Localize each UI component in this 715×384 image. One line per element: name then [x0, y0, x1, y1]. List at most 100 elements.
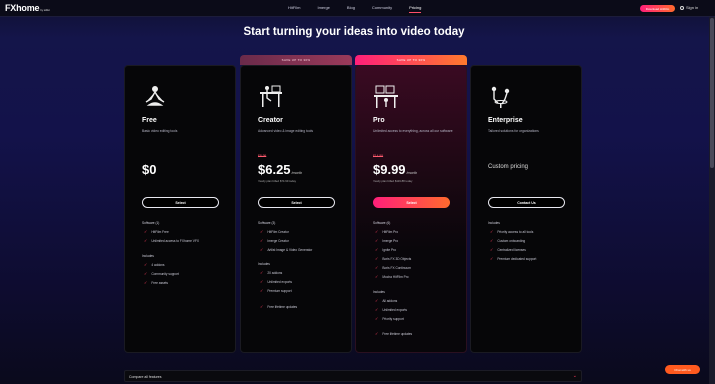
- plan-description: Advanced video & image editing tools: [258, 129, 313, 133]
- main-nav: HitFilm Imerge Blog Community Pricing: [288, 5, 438, 13]
- includes-title: Includes: [142, 254, 154, 258]
- compare-features-toggle[interactable]: Compare all features ⌄: [124, 370, 582, 382]
- chat-button[interactable]: Chat with us: [665, 365, 700, 374]
- list-item: ✓ Community support: [144, 271, 179, 276]
- plan-description: Basic video editing tools: [142, 129, 178, 133]
- desk-worker-icon: [260, 85, 282, 107]
- chevron-down-icon: ⌄: [572, 373, 577, 379]
- list-item: ✓ Unlimited exports: [375, 307, 407, 312]
- studio-desk-icon: [374, 85, 398, 108]
- nav-pricing[interactable]: Pricing: [409, 5, 422, 13]
- check-icon: ✓: [375, 331, 379, 336]
- sign-in-label: Sign in: [686, 5, 699, 10]
- list-item: ✓ Free lifetime updates: [260, 304, 298, 309]
- list-item: ✓ HitFilm Pro: [375, 229, 399, 234]
- check-icon: ✓: [375, 256, 379, 261]
- includes-title: Includes: [373, 290, 385, 294]
- software-title: Software (3): [258, 221, 276, 225]
- check-icon: ✓: [375, 247, 379, 252]
- check-icon: ✓: [375, 274, 379, 279]
- check-icon: ✓: [490, 256, 494, 261]
- plan-card-pro: Pro Unlimited access to everything, acro…: [355, 65, 467, 353]
- check-icon: ✓: [260, 238, 264, 243]
- nav-hitfilm[interactable]: HitFilm: [288, 5, 300, 13]
- list-item: ✓ Artlist Image & Video Generator: [260, 247, 313, 252]
- select-creator-button[interactable]: Select: [258, 197, 335, 208]
- check-icon: ✓: [490, 229, 494, 234]
- plan-name: Enterprise: [488, 117, 523, 124]
- list-item: ✓ All addons: [375, 298, 398, 303]
- list-item: ✓ Free assets: [144, 280, 169, 285]
- includes-title: Includes: [488, 221, 500, 225]
- list-item: ✓ Mocha HitFilm Pro: [375, 274, 409, 279]
- check-icon: ✓: [375, 316, 379, 321]
- plan-price: $0: [142, 162, 157, 177]
- plan-name: Creator: [258, 117, 283, 124]
- list-item: ✓ Custom onboarding: [490, 238, 526, 243]
- nav-community[interactable]: Community: [372, 5, 392, 13]
- list-item: ✓ Ignite Pro: [375, 247, 397, 252]
- billing-note: Yearly plan billed $119.88 today: [373, 179, 413, 183]
- check-icon: ✓: [144, 238, 148, 243]
- list-item: ✓ 20 addons: [260, 270, 283, 275]
- billing-note: Yearly plan billed $74.99 today: [258, 179, 296, 183]
- check-icon: ✓: [490, 247, 494, 252]
- list-item: ✓ Imerge Pro: [375, 238, 399, 243]
- check-icon: ✓: [260, 279, 264, 284]
- scrollbar-thumb[interactable]: [710, 18, 714, 168]
- top-navigation: FXhomeby artlist HitFilm Imerge Blog Com…: [0, 0, 715, 17]
- nav-blog[interactable]: Blog: [347, 5, 355, 13]
- check-icon: ✓: [144, 280, 148, 285]
- check-icon: ✓: [144, 262, 148, 267]
- list-item: ✓ Centralized licenses: [490, 247, 526, 252]
- logo-text: FXhome: [5, 3, 40, 13]
- sign-in-link[interactable]: Sign in: [680, 5, 698, 10]
- page-headline: Start turning your ideas into video toda…: [243, 26, 465, 38]
- includes-title: Includes: [258, 262, 270, 266]
- list-item: ✓ Free lifetime updates: [375, 331, 413, 336]
- pro-save-badge: SAVE UP TO 30%: [355, 55, 467, 65]
- software-title: Software (1): [142, 221, 160, 225]
- list-item: ✓ Premium support: [260, 288, 292, 293]
- plan-card-enterprise: Enterprise Tailored solutions for organi…: [470, 65, 582, 353]
- select-free-button[interactable]: Select: [142, 197, 219, 208]
- check-icon: ✓: [375, 298, 379, 303]
- software-title: Software (6): [373, 221, 391, 225]
- fxhome-logo[interactable]: FXhomeby artlist: [5, 3, 50, 13]
- check-icon: ✓: [375, 238, 379, 243]
- team-meeting-icon: [491, 86, 510, 108]
- custom-pricing-label: Custom pricing: [488, 164, 529, 170]
- creator-save-badge: SAVE UP TO 30%: [240, 55, 352, 65]
- contact-us-button[interactable]: Contact Us: [488, 197, 565, 208]
- logo-subtext: by artlist: [40, 8, 50, 12]
- download-button[interactable]: Download HitFilm: [640, 5, 675, 12]
- list-item: ✓ Unlimited access to FXhome VFX: [144, 238, 200, 243]
- check-icon: ✓: [260, 270, 264, 275]
- list-item: ✓ Boris FX Continuum: [375, 265, 411, 270]
- plan-name: Free: [142, 117, 157, 124]
- check-icon: ✓: [144, 229, 148, 234]
- list-item: ✓ Boris FX 3D Objects: [375, 256, 412, 261]
- plan-card-creator: Creator Advanced video & image editing t…: [240, 65, 352, 353]
- compare-label: Compare all features: [129, 375, 162, 379]
- meditating-person-icon: [145, 86, 165, 106]
- user-icon: [680, 5, 684, 10]
- check-icon: ✓: [375, 265, 379, 270]
- select-pro-button[interactable]: Select: [373, 197, 450, 208]
- plan-description: Tailored solutions for organizations: [488, 129, 539, 133]
- plan-description: Unlimited access to everything, across a…: [373, 129, 453, 133]
- list-item: ✓ Premium dedicated support: [490, 256, 537, 261]
- nav-imerge[interactable]: Imerge: [317, 5, 329, 13]
- check-icon: ✓: [375, 307, 379, 312]
- list-item: ✓ 4 addons: [144, 262, 165, 267]
- check-icon: ✓: [490, 238, 494, 243]
- original-price: $8.99: [258, 154, 267, 158]
- check-icon: ✓: [260, 229, 264, 234]
- original-price: $14.99: [373, 154, 384, 158]
- list-item: ✓ Unlimited exports: [260, 279, 292, 284]
- list-item: ✓ Priority access to all tools: [490, 229, 534, 234]
- list-item: ✓ HitFilm Free: [144, 229, 169, 234]
- check-icon: ✓: [260, 304, 264, 309]
- check-icon: ✓: [375, 229, 379, 234]
- list-item: ✓ HitFilm Creator: [260, 229, 289, 234]
